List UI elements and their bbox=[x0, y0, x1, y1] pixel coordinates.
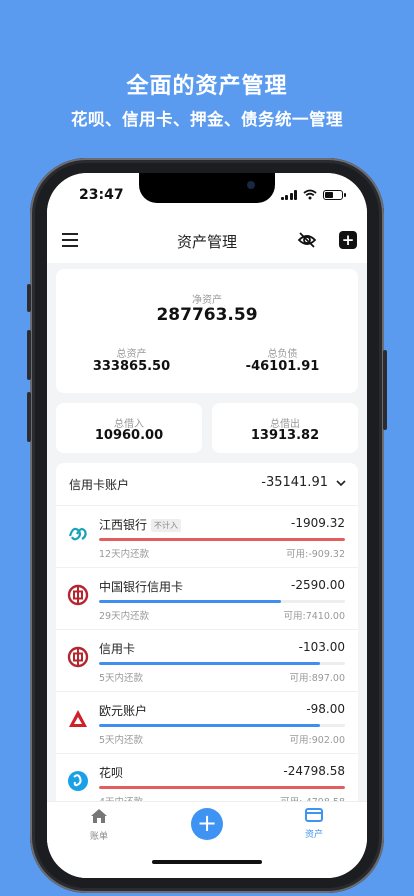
account-name: 欧元账户 bbox=[99, 704, 148, 718]
account-due: 5天内还款 bbox=[99, 673, 144, 684]
huabei-logo-icon bbox=[68, 771, 88, 791]
credit-section-total: -35141.91 bbox=[261, 475, 328, 490]
bank-of-china-logo-icon bbox=[67, 646, 89, 668]
tab-bills-label: 账单 bbox=[89, 832, 108, 842]
account-name: 信用卡 bbox=[99, 642, 136, 656]
total-lent-value: 13913.82 bbox=[250, 428, 320, 443]
tab-bar: 账单 + 资产 bbox=[47, 801, 367, 878]
credit-account-list: 江西银行 不计入 -1909.32 12天内还款 可用:-909.32 中国银行信… bbox=[56, 505, 358, 815]
account-row-credit-card[interactable]: 信用卡 -103.00 5天内还款 可用:897.00 bbox=[56, 629, 358, 692]
account-amount: -103.00 bbox=[298, 640, 345, 654]
account-due: 29天内还款 bbox=[99, 611, 150, 622]
account-name: 江西银行 不计入 bbox=[99, 516, 182, 533]
phone-power-button bbox=[383, 350, 387, 430]
credit-usage-bar bbox=[99, 724, 345, 727]
wifi-icon bbox=[303, 189, 317, 200]
page-title: 资产管理 bbox=[176, 233, 237, 251]
account-row-jiangxi-bank[interactable]: 江西银行 不计入 -1909.32 12天内还款 可用:-909.32 bbox=[56, 505, 358, 568]
account-row-boc-credit[interactable]: 中国银行信用卡 -2590.00 29天内还款 可用:7410.00 bbox=[56, 567, 358, 630]
net-assets-card[interactable]: 净资产 287763.59 总资产 333865.50 总负债 -46101.9… bbox=[56, 269, 358, 393]
total-liabilities-label: 总负债 bbox=[267, 349, 298, 360]
credit-usage-fill bbox=[99, 786, 345, 789]
promo-title: 全面的资产管理 bbox=[126, 74, 288, 99]
credit-usage-fill bbox=[99, 538, 345, 541]
system-icons bbox=[280, 189, 346, 200]
credit-usage-bar bbox=[99, 662, 345, 665]
account-amount: -24798.58 bbox=[283, 764, 345, 778]
account-name: 花呗 bbox=[99, 766, 124, 780]
total-assets-label: 总资产 bbox=[116, 349, 147, 360]
credit-usage-bar bbox=[99, 600, 345, 603]
account-name-text: 江西银行 bbox=[99, 518, 148, 532]
navigation-bar: 资产管理 + bbox=[47, 217, 367, 263]
phone-screen: 23:47 资产管理 + 净资产 287763.59 总资产 333865.50… bbox=[47, 173, 367, 878]
total-lent-card[interactable]: 总借出 13913.82 bbox=[212, 403, 358, 453]
chevron-down-icon[interactable] bbox=[336, 479, 346, 487]
camera-icon bbox=[247, 181, 255, 189]
notch bbox=[139, 173, 275, 203]
credit-usage-bar bbox=[99, 786, 345, 789]
credit-usage-fill bbox=[99, 600, 282, 603]
credit-usage-fill bbox=[99, 662, 321, 665]
bank-of-china-logo-icon bbox=[67, 584, 89, 606]
account-name: 中国银行信用卡 bbox=[99, 580, 184, 594]
add-icon[interactable]: + bbox=[339, 231, 357, 249]
phone-side-button bbox=[27, 284, 31, 312]
status-time: 23:47 bbox=[79, 187, 124, 203]
credit-section-header[interactable]: 信用卡账户 -35141.91 bbox=[56, 463, 358, 505]
account-available: 可用:7410.00 bbox=[283, 611, 346, 622]
add-record-button[interactable]: + bbox=[191, 808, 223, 840]
phone-volume-down bbox=[27, 392, 31, 442]
tab-assets[interactable]: 资产 bbox=[292, 808, 336, 840]
net-assets-label: 净资产 bbox=[192, 295, 222, 306]
total-assets-value: 333865.50 bbox=[92, 359, 171, 374]
account-available: 可用:897.00 bbox=[289, 673, 345, 684]
credit-section-title: 信用卡账户 bbox=[69, 478, 130, 492]
credit-usage-fill bbox=[99, 724, 321, 727]
battery-icon bbox=[323, 189, 346, 200]
account-row-euro[interactable]: 欧元账户 -98.00 5天内还款 可用:902.00 bbox=[56, 691, 358, 754]
total-liabilities-value: -46101.91 bbox=[245, 359, 320, 374]
total-borrowed-value: 10960.00 bbox=[94, 428, 164, 443]
net-assets-value: 287763.59 bbox=[156, 305, 258, 325]
home-icon bbox=[91, 809, 107, 823]
eye-off-icon[interactable] bbox=[297, 231, 317, 249]
account-available: 可用:902.00 bbox=[289, 735, 345, 746]
cellular-signal-icon bbox=[280, 189, 297, 200]
account-amount: -98.00 bbox=[306, 702, 345, 716]
account-amount: -1909.32 bbox=[291, 516, 345, 530]
credit-usage-bar bbox=[99, 538, 345, 541]
home-indicator bbox=[152, 860, 262, 864]
total-borrowed-card[interactable]: 总借入 10960.00 bbox=[56, 403, 202, 453]
jiangxi-bank-logo-icon bbox=[68, 527, 87, 541]
account-available: 可用:-909.32 bbox=[286, 549, 345, 560]
account-due: 12天内还款 bbox=[99, 549, 150, 560]
phone-volume-up bbox=[27, 330, 31, 380]
exclude-badge: 不计入 bbox=[151, 519, 182, 532]
tab-bills[interactable]: 账单 bbox=[77, 808, 121, 842]
account-due: 5天内还款 bbox=[99, 735, 144, 746]
wallet-card-icon bbox=[305, 808, 323, 822]
promo-subtitle: 花呗、信用卡、押金、债务统一管理 bbox=[71, 110, 343, 129]
red-triangle-logo-icon bbox=[69, 710, 87, 727]
tab-assets-label: 资产 bbox=[304, 830, 323, 840]
account-amount: -2590.00 bbox=[291, 578, 345, 592]
